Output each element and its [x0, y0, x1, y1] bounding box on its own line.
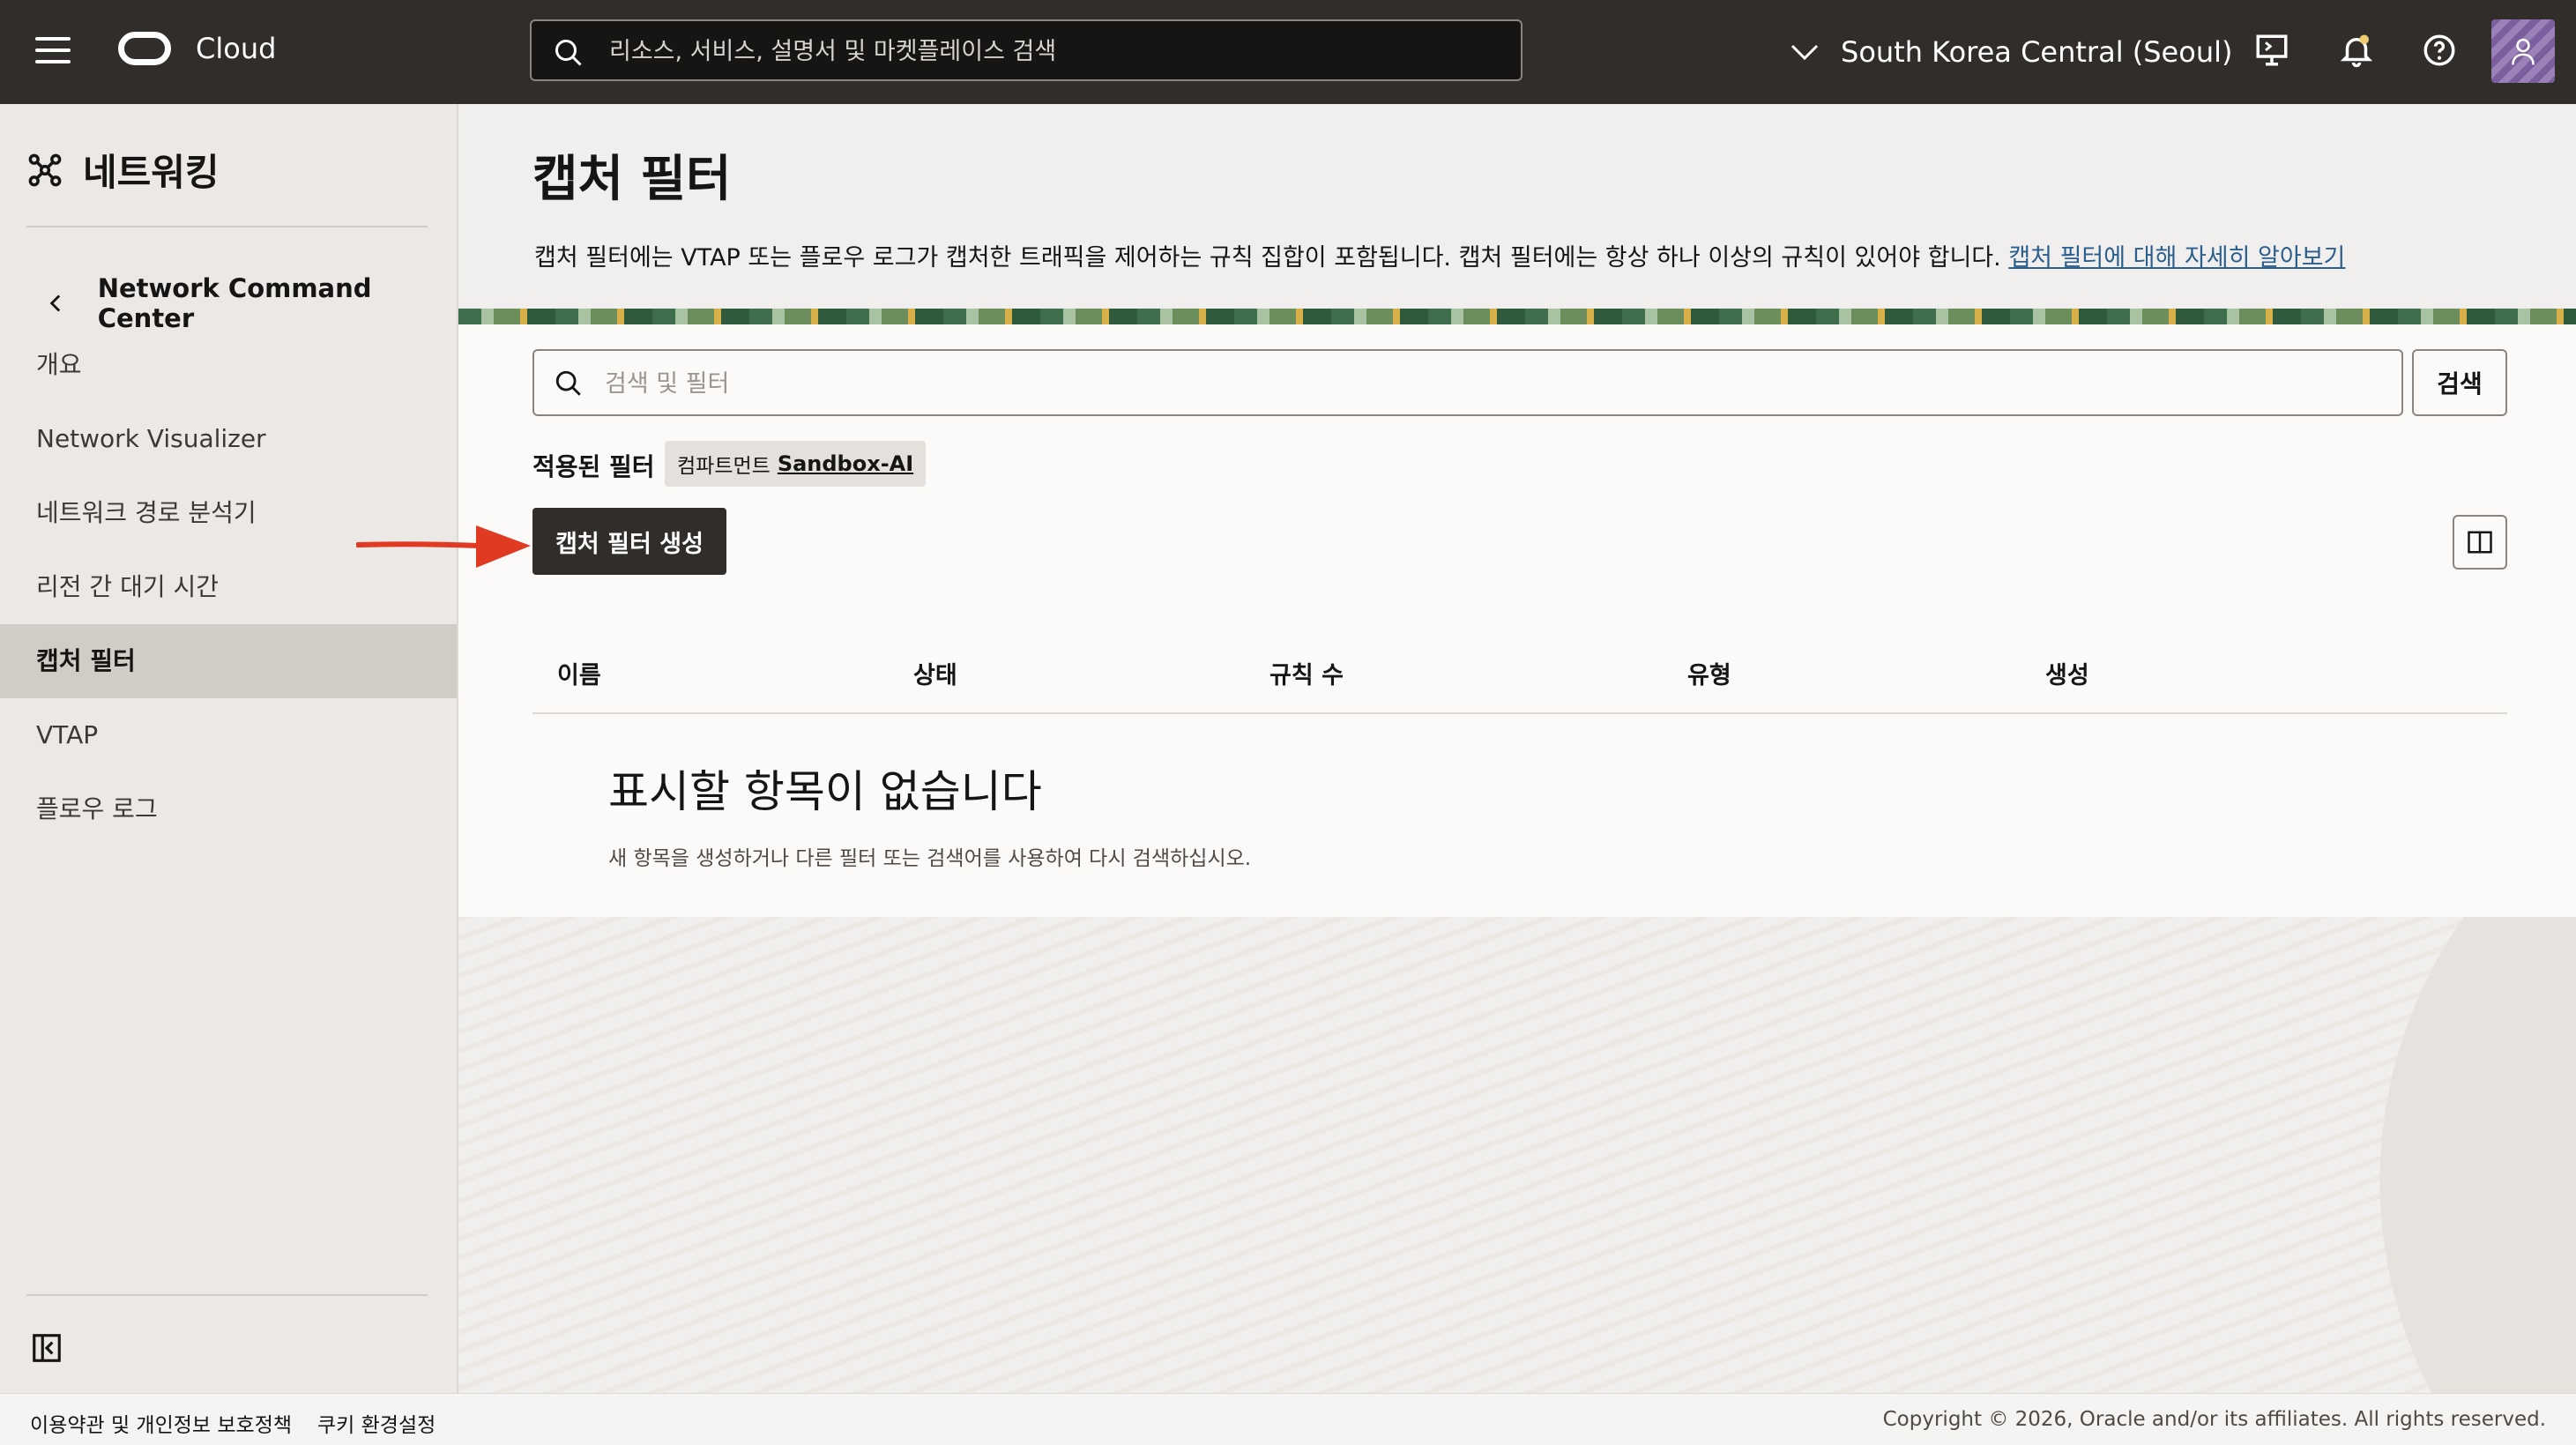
sidebar-header: 네트워킹: [26, 143, 220, 197]
empty-state-description: 새 항목을 생성하거나 다른 필터 또는 검색어를 사용하여 다시 검색하십시오…: [608, 847, 1252, 870]
networking-icon: [28, 153, 62, 186]
oracle-logo-icon[interactable]: [118, 32, 171, 65]
column-header-type[interactable]: 유형: [1687, 656, 1731, 690]
learn-more-link[interactable]: 캡처 필터에 대해 자세히 알아보기: [2008, 244, 2345, 272]
column-header-name[interactable]: 이름: [557, 656, 601, 690]
annotation-arrow-icon: [356, 525, 531, 568]
sidebar-divider: [26, 1294, 428, 1296]
chevron-down-icon: [1791, 44, 1819, 61]
columns-icon: [2468, 531, 2492, 554]
applied-filters-label: 적용된 필터: [532, 452, 655, 481]
chip-value[interactable]: Sandbox-AI: [778, 451, 913, 476]
brand-name[interactable]: Cloud: [196, 32, 276, 65]
decorative-banner: [458, 309, 2576, 324]
search-icon: [555, 370, 581, 396]
top-bar: Cloud South Korea Central (Seoul): [0, 0, 2576, 104]
terms-privacy-link[interactable]: 이용약관 및 개인정보 보호정책: [30, 1408, 292, 1438]
chip-key: 컴파트먼트: [677, 455, 771, 478]
list-panel: 검색 적용된 필터 컴파트먼트 Sandbox-AI 캡처 필터 생성 이름 상…: [458, 324, 2576, 917]
sidebar-title: 네트워킹: [83, 151, 220, 194]
background-pattern: [458, 917, 2576, 1393]
help-icon[interactable]: [2421, 32, 2458, 69]
cookie-preferences-link[interactable]: 쿠키 환경설정: [317, 1408, 436, 1438]
table-header-divider: [532, 712, 2507, 714]
description-text: 캡처 필터에는 VTAP 또는 플로우 로그가 캡처한 트래픽을 제어하는 규칙…: [534, 244, 2009, 272]
page-header: 캡처 필터 캡처 필터에는 VTAP 또는 플로우 로그가 캡처한 트래픽을 제…: [458, 104, 2576, 324]
sidebar-item-vtap[interactable]: VTAP: [0, 698, 457, 772]
compartment-filter-chip[interactable]: 컴파트먼트 Sandbox-AI: [665, 441, 927, 487]
page-title: 캡처 필터: [532, 151, 732, 208]
cloud-shell-icon[interactable]: [2253, 32, 2290, 69]
chevron-left-icon: [49, 294, 61, 312]
filter-search-input[interactable]: [603, 363, 2352, 404]
page-description: 캡처 필터에는 VTAP 또는 플로우 로그가 캡처한 트래픽을 제어하는 규칙…: [534, 238, 2345, 272]
global-search-box[interactable]: [530, 19, 1523, 81]
notification-bell-icon[interactable]: [2338, 32, 2375, 69]
back-label: Network Command Center: [97, 273, 372, 333]
copyright-text: Copyright © 2026, Oracle and/or its affi…: [1882, 1408, 2546, 1431]
sidebar-divider: [26, 226, 428, 227]
empty-state-title: 표시할 항목이 없습니다: [608, 766, 1042, 817]
sidebar-item-flow-logs[interactable]: 플로우 로그: [0, 772, 457, 846]
collapse-sidebar-icon[interactable]: [30, 1331, 63, 1365]
sidebar-item-overview[interactable]: 개요: [0, 328, 457, 402]
column-header-rule-count[interactable]: 규칙 수: [1269, 656, 1344, 690]
user-icon: [2512, 38, 2535, 65]
search-icon: [555, 40, 582, 66]
back-to-network-command-center[interactable]: Network Command Center: [46, 273, 457, 333]
sidebar-item-network-visualizer[interactable]: Network Visualizer: [0, 402, 457, 476]
sidebar-item-capture-filters[interactable]: 캡처 필터: [0, 624, 457, 698]
sidebar: 네트워킹 Network Command Center 개요 Network V…: [0, 104, 458, 1393]
global-search-input[interactable]: [607, 30, 1493, 72]
region-selector[interactable]: South Korea Central (Seoul): [1790, 32, 2232, 72]
footer: 이용약관 및 개인정보 보호정책 쿠키 환경설정 Copyright © 202…: [0, 1393, 2576, 1445]
region-label: South Korea Central (Seoul): [1841, 35, 2233, 69]
search-button[interactable]: 검색: [2412, 349, 2507, 416]
create-capture-filter-button[interactable]: 캡처 필터 생성: [532, 508, 726, 575]
filter-search-box[interactable]: [532, 349, 2403, 416]
column-header-created[interactable]: 생성: [2045, 656, 2089, 690]
menu-icon[interactable]: [35, 37, 71, 67]
column-settings-button[interactable]: [2453, 515, 2507, 570]
user-avatar[interactable]: [2491, 19, 2555, 83]
column-header-state[interactable]: 상태: [913, 656, 957, 690]
